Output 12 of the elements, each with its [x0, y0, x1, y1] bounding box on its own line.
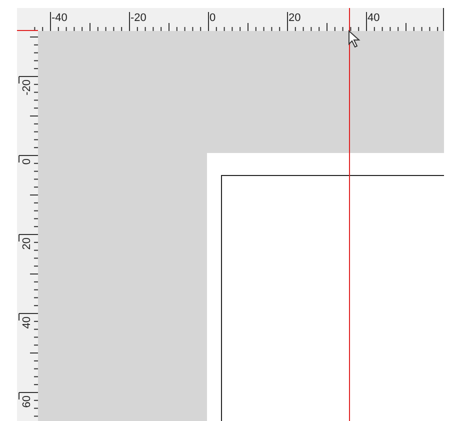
ruler-label: 0 [210, 12, 216, 24]
ruler-label: -20 [21, 80, 33, 96]
ruler-label: 20 [288, 12, 301, 24]
ruler-label: 0 [21, 158, 33, 165]
ruler-label: 40 [368, 12, 380, 24]
ruler-label: -40 [52, 12, 68, 24]
ruler-position-marker [17, 30, 38, 31]
ruler-label: 20 [21, 238, 33, 250]
ruler-label: 40 [21, 316, 33, 329]
ruler-label: 60 [21, 396, 33, 408]
ruler-label: -20 [130, 12, 146, 24]
mouse-pointer-icon [348, 30, 361, 48]
